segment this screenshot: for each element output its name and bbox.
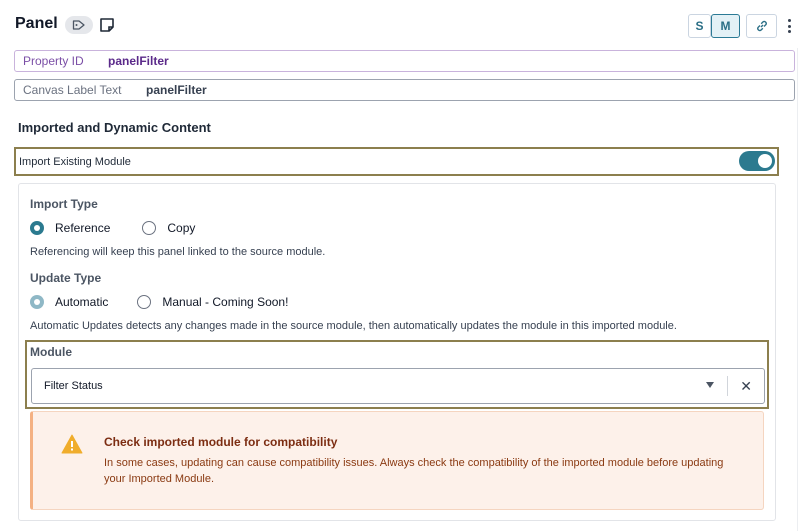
page-title: Panel — [15, 15, 58, 32]
warning-icon — [61, 434, 83, 454]
tag-icon — [72, 20, 85, 30]
link-icon — [756, 20, 767, 32]
size-m-button[interactable]: M — [711, 14, 740, 38]
canvas-label-field[interactable]: Canvas Label Text panelFilter — [14, 79, 795, 101]
property-id-label: Property ID — [23, 54, 84, 68]
module-field-group: Module Filter Status ✕ — [25, 340, 769, 409]
property-id-value: panelFilter — [108, 54, 169, 68]
select-divider — [727, 376, 728, 396]
more-vertical-icon[interactable] — [784, 17, 794, 35]
chevron-down-icon[interactable] — [706, 382, 714, 388]
import-existing-module-label: Import Existing Module — [19, 155, 131, 168]
property-id-field[interactable]: Property ID panelFilter — [14, 50, 795, 72]
alert-title: Check imported module for compatibility — [104, 435, 338, 449]
radio-reference-label[interactable]: Reference — [55, 221, 110, 235]
module-label: Module — [30, 345, 72, 359]
import-type-title: Import Type — [30, 197, 98, 211]
radio-manual-label[interactable]: Manual - Coming Soon! — [162, 295, 288, 309]
module-select[interactable]: Filter Status ✕ — [31, 368, 765, 404]
note-icon — [100, 18, 114, 32]
import-existing-module-toggle[interactable] — [739, 151, 775, 171]
canvas-label-label: Canvas Label Text — [23, 83, 122, 97]
size-s-button[interactable]: S — [688, 14, 711, 38]
import-type-radio-group: Reference Copy — [30, 221, 195, 235]
section-title: Imported and Dynamic Content — [18, 120, 211, 135]
radio-copy[interactable] — [142, 221, 157, 235]
toggle-knob — [758, 154, 772, 168]
radio-reference[interactable] — [30, 221, 44, 235]
right-panel-edge — [797, 48, 808, 531]
canvas-label-value: panelFilter — [146, 83, 207, 97]
tag-button[interactable] — [65, 16, 93, 34]
panel-header: Panel S M — [0, 0, 808, 48]
note-button[interactable] — [99, 17, 115, 33]
radio-automatic-label[interactable]: Automatic — [55, 295, 108, 309]
link-button[interactable] — [746, 14, 777, 38]
import-existing-module-row: Import Existing Module — [14, 147, 779, 176]
radio-automatic[interactable] — [30, 295, 44, 309]
module-select-value: Filter Status — [44, 380, 103, 392]
update-type-title: Update Type — [30, 271, 102, 285]
close-icon[interactable]: ✕ — [740, 378, 752, 394]
import-type-help: Referencing will keep this panel linked … — [30, 246, 326, 258]
update-type-help: Automatic Updates detects any changes ma… — [30, 320, 677, 332]
compatibility-alert: Check imported module for compatibility … — [30, 411, 764, 510]
alert-body: In some cases, updating can cause compat… — [104, 457, 724, 485]
radio-manual[interactable] — [137, 295, 152, 309]
update-type-radio-group: Automatic Manual - Coming Soon! — [30, 295, 288, 309]
radio-copy-label[interactable]: Copy — [167, 221, 195, 235]
